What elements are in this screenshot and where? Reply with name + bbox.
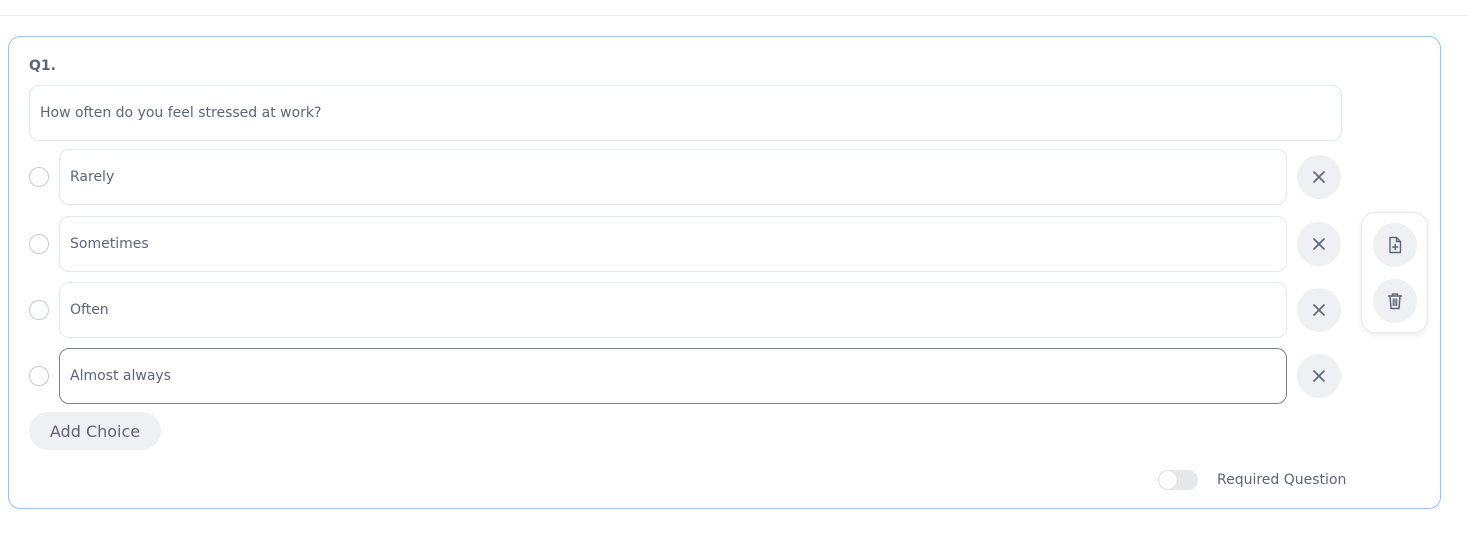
question-text-input[interactable]	[29, 85, 1342, 141]
question-actions-panel	[1361, 212, 1428, 333]
choice-input-2[interactable]	[59, 216, 1287, 272]
required-toggle[interactable]	[1158, 470, 1198, 490]
choice-row	[29, 282, 1342, 338]
choice-radio[interactable]	[29, 300, 49, 320]
choice-input-3[interactable]	[59, 282, 1287, 338]
toggle-knob	[1159, 471, 1177, 489]
close-icon	[1313, 304, 1325, 316]
add-choice-button[interactable]: Add Choice	[29, 412, 161, 450]
choice-radio[interactable]	[29, 234, 49, 254]
remove-choice-button-2[interactable]	[1297, 222, 1341, 266]
choice-radio[interactable]	[29, 366, 49, 386]
close-icon	[1313, 370, 1325, 382]
remove-choice-button-3[interactable]	[1297, 288, 1341, 332]
choice-row	[29, 149, 1342, 205]
choice-radio[interactable]	[29, 167, 49, 187]
remove-choice-button-1[interactable]	[1297, 155, 1341, 199]
close-icon	[1313, 171, 1325, 183]
question-number: Q1.	[29, 58, 56, 74]
choice-row	[29, 348, 1342, 404]
file-plus-icon	[1389, 236, 1402, 254]
top-divider	[0, 15, 1468, 16]
remove-choice-button-4[interactable]	[1297, 354, 1341, 398]
trash-icon	[1387, 293, 1403, 310]
choice-input-1[interactable]	[59, 149, 1287, 205]
delete-question-button[interactable]	[1373, 279, 1417, 323]
close-icon	[1313, 238, 1325, 250]
duplicate-question-button[interactable]	[1373, 223, 1417, 267]
required-question-control: Required Question	[1158, 469, 1346, 491]
choice-row	[29, 216, 1342, 272]
question-card: Q1. Add Choice Required Question	[8, 36, 1441, 509]
choice-input-4[interactable]	[59, 348, 1287, 404]
required-question-label: Required Question	[1217, 472, 1347, 488]
